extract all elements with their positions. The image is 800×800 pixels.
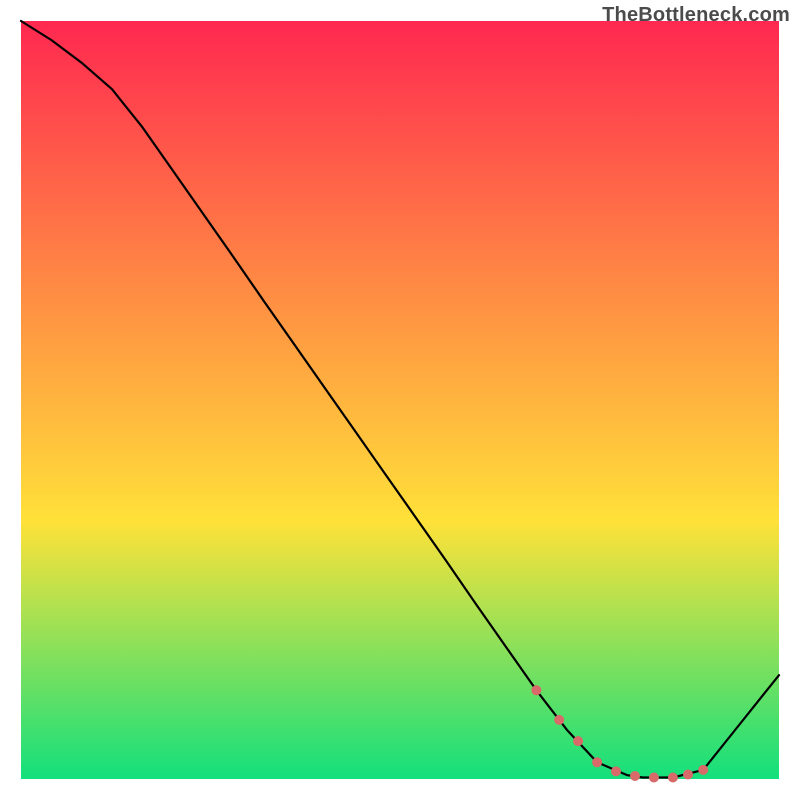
marker-point	[649, 773, 659, 783]
marker-point	[683, 770, 693, 780]
marker-point	[611, 766, 621, 776]
marker-point	[698, 765, 708, 775]
chart-svg	[0, 0, 800, 800]
marker-point	[531, 685, 541, 695]
marker-point	[554, 715, 564, 725]
brand-watermark: TheBottleneck.com	[602, 4, 790, 27]
marker-point	[630, 771, 640, 781]
marker-point	[592, 757, 602, 767]
marker-point	[668, 773, 678, 783]
plot-background	[21, 21, 779, 779]
chart-stage: TheBottleneck.com	[0, 0, 800, 800]
marker-point	[573, 736, 583, 746]
